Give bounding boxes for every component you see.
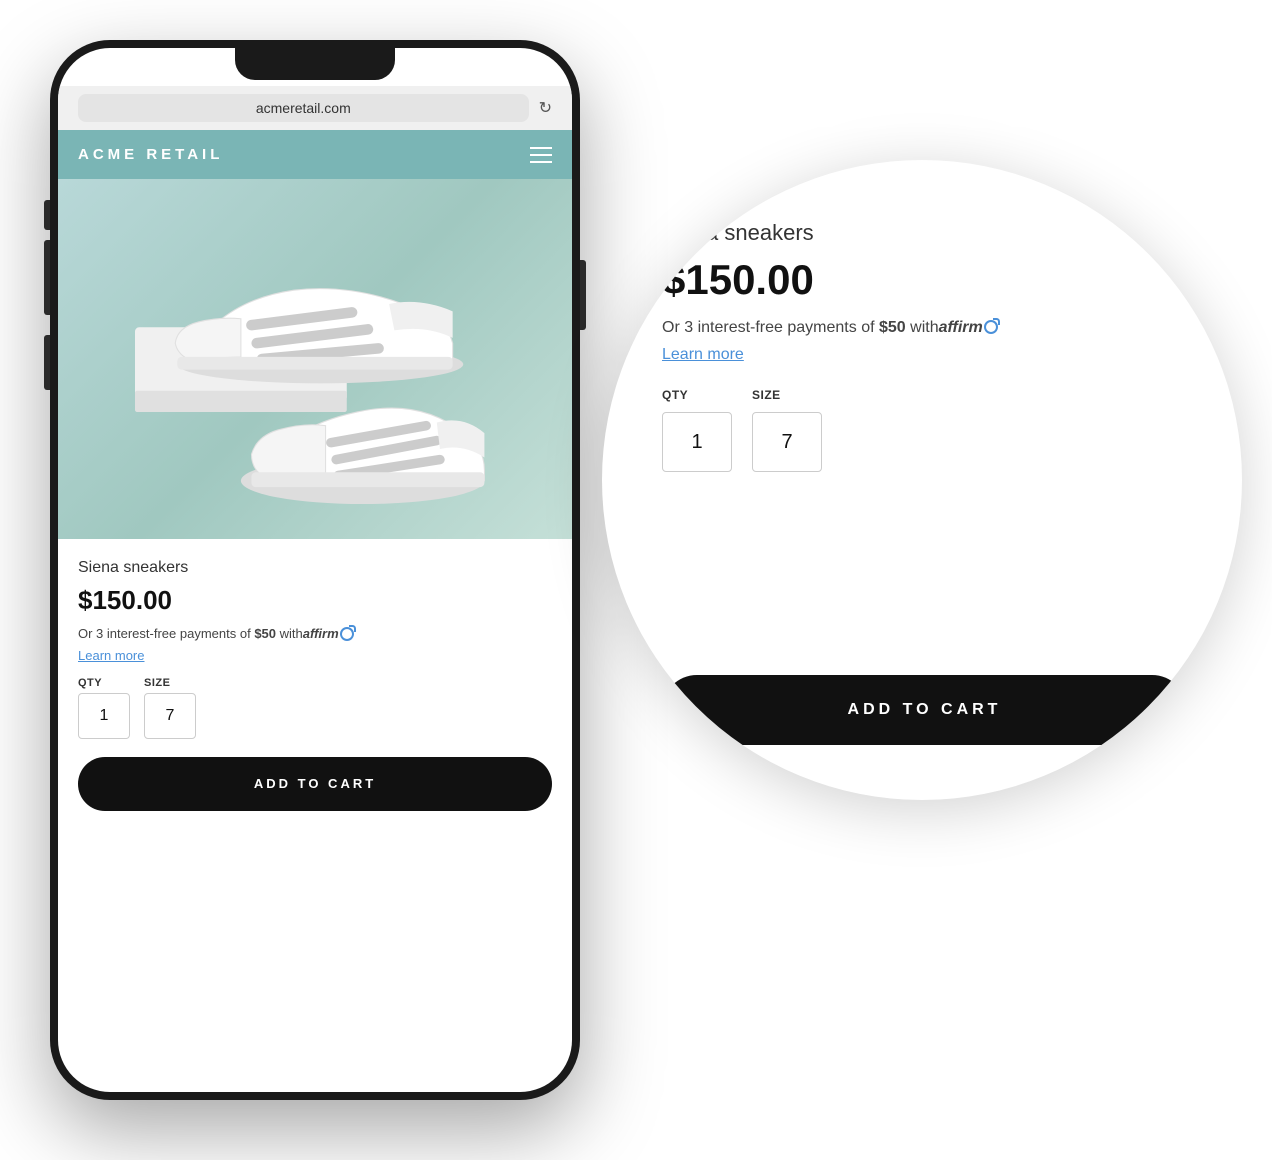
affirm-brand: affirm xyxy=(303,626,339,641)
vol-down-button xyxy=(44,335,50,390)
zoom-affirm-text: Or 3 interest-free payments of $50 witha… xyxy=(662,316,1187,340)
zoom-learn-more-link[interactable]: Learn more xyxy=(662,346,1187,364)
size-group: SIZE 7 xyxy=(144,677,196,739)
url-bar[interactable]: acmeretail.com xyxy=(78,94,529,122)
zoom-size-input[interactable]: 7 xyxy=(752,412,822,472)
zoom-affirm-circle xyxy=(984,320,998,334)
zoom-qty-value: 1 xyxy=(691,431,702,454)
site-logo: ACME RETAIL xyxy=(78,146,223,163)
qty-size-row: QTY 1 SIZE 7 xyxy=(78,677,552,739)
size-input[interactable]: 7 xyxy=(144,693,196,739)
mute-button xyxy=(44,200,50,230)
notch xyxy=(235,48,395,80)
product-name: Siena sneakers xyxy=(78,559,552,577)
affirm-suffix: with xyxy=(280,626,303,641)
product-price: $150.00 xyxy=(78,585,552,616)
phone-screen: acmeretail.com ↻ ACME RETAIL xyxy=(58,48,572,1092)
qty-group: QTY 1 xyxy=(78,677,130,739)
scene: acmeretail.com ↻ ACME RETAIL xyxy=(0,0,1272,1160)
sneaker-illustration xyxy=(58,179,572,539)
qty-input[interactable]: 1 xyxy=(78,693,130,739)
reload-icon[interactable]: ↻ xyxy=(539,98,552,118)
add-to-cart-label: ADD TO CART xyxy=(254,776,376,791)
zoom-affirm-brand: affirm xyxy=(939,319,983,336)
zoom-add-to-cart-button[interactable]: ADD TO CART xyxy=(662,675,1187,745)
zoom-add-to-cart-label: ADD TO CART xyxy=(848,701,1002,719)
affirm-amount: $50 xyxy=(254,626,276,641)
zoom-affirm-amount: $50 xyxy=(879,319,906,336)
qty-label: QTY xyxy=(78,677,130,689)
zoom-qty-input[interactable]: 1 xyxy=(662,412,732,472)
zoom-qty-label: QTY xyxy=(662,388,732,402)
zoom-overlay: Siena sneakers $150.00 Or 3 interest-fre… xyxy=(602,160,1242,800)
hamburger-menu[interactable] xyxy=(530,147,552,163)
learn-more-link[interactable]: Learn more xyxy=(78,648,552,663)
zoom-qty-size-row: QTY 1 SIZE 7 xyxy=(662,388,1187,472)
vol-up-button xyxy=(44,260,50,315)
url-text: acmeretail.com xyxy=(256,100,351,116)
hamburger-line-3 xyxy=(530,161,552,163)
affirm-payment-text: Or 3 interest-free payments of $50 witha… xyxy=(78,624,552,644)
zoom-size-label: SIZE xyxy=(752,388,822,402)
zoom-size-group: SIZE 7 xyxy=(752,388,822,472)
zoom-size-value: 7 xyxy=(781,431,792,454)
hamburger-line-1 xyxy=(530,147,552,149)
product-info: Siena sneakers $150.00 Or 3 interest-fre… xyxy=(58,539,572,911)
size-value: 7 xyxy=(166,707,175,725)
affirm-logo-circle xyxy=(340,627,354,641)
site-header: ACME RETAIL xyxy=(58,130,572,179)
browser-bar: acmeretail.com ↻ xyxy=(58,86,572,130)
zoom-affirm-suffix: with xyxy=(910,319,938,336)
phone-shell: acmeretail.com ↻ ACME RETAIL xyxy=(50,40,580,1100)
zoom-price: $150.00 xyxy=(662,256,1187,304)
zoom-qty-group: QTY 1 xyxy=(662,388,732,472)
product-image xyxy=(58,179,572,539)
add-to-cart-button[interactable]: ADD TO CART xyxy=(78,757,552,811)
affirm-prefix: Or 3 interest-free payments of xyxy=(78,626,251,641)
zoom-product-name: Siena sneakers xyxy=(662,220,1187,246)
qty-value: 1 xyxy=(100,707,109,725)
size-label: SIZE xyxy=(144,677,196,689)
phone-page: ACME RETAIL xyxy=(58,130,572,1092)
hamburger-line-2 xyxy=(530,154,552,156)
zoom-affirm-prefix: Or 3 interest-free payments of xyxy=(662,319,875,336)
